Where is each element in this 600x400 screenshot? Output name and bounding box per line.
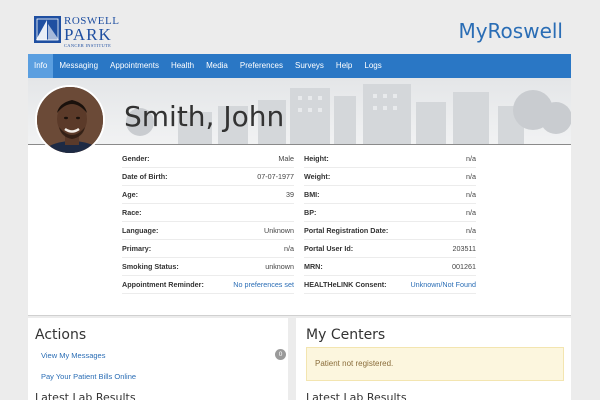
top-header: ROSWELL PARK CANCER INSTITUTE MyRoswell — [0, 0, 600, 54]
info-row-race: Race: — [122, 204, 294, 222]
info-value: n/a — [466, 190, 476, 199]
appointment-reminder-link[interactable]: No preferences set — [233, 280, 294, 289]
avatar[interactable] — [35, 85, 105, 155]
info-value: 203511 — [452, 244, 476, 253]
demographics-column: Gender: Male Date of Birth: 07-07-1977 A… — [122, 150, 294, 294]
main-nav: Info Messaging Appointments Health Media… — [28, 54, 571, 78]
info-label: BMI: — [304, 190, 320, 199]
info-value: n/a — [466, 208, 476, 217]
info-label: Appointment Reminder: — [122, 280, 204, 289]
info-row-primary: Primary: n/a — [122, 240, 294, 258]
nav-item-help[interactable]: Help — [330, 54, 358, 78]
info-row-weight: Weight: n/a — [304, 168, 476, 186]
info-value: 07-07-1977 — [257, 172, 294, 181]
info-row-mrn: MRN: 001261 — [304, 258, 476, 276]
logo-mark-icon — [34, 16, 61, 43]
info-value: n/a — [284, 244, 294, 253]
info-label: HEALTHeLINK Consent: — [304, 280, 387, 289]
logo-line-2: PARK — [64, 25, 112, 44]
info-label: Portal User Id: — [304, 244, 354, 253]
info-value: n/a — [466, 172, 476, 181]
logo-line-3: CANCER INSTITUTE — [64, 43, 112, 48]
nav-item-logs[interactable]: Logs — [358, 54, 387, 78]
profile-banner — [28, 78, 571, 145]
info-row-appointment-reminder: Appointment Reminder: No preferences set — [122, 276, 294, 294]
app-title: MyRoswell — [458, 19, 563, 43]
info-row-gender: Gender: Male — [122, 150, 294, 168]
info-label: Language: — [122, 226, 159, 235]
nav-item-appointments[interactable]: Appointments — [104, 54, 165, 78]
nav-item-info[interactable]: Info — [28, 54, 54, 78]
centers-panel: My Centers Patient not registered. Lates… — [296, 318, 571, 400]
pay-bills-link[interactable]: Pay Your Patient Bills Online — [41, 372, 136, 381]
vitals-column: Height: n/a Weight: n/a BMI: n/a BP: n/a… — [304, 150, 476, 294]
healthelink-consent-link[interactable]: Unknown/Not Found — [410, 280, 476, 289]
info-label: Portal Registration Date: — [304, 226, 389, 235]
not-registered-alert: Patient not registered. — [306, 347, 564, 381]
info-label: Weight: — [304, 172, 331, 181]
info-value: unknown — [265, 262, 294, 271]
info-label: MRN: — [304, 262, 323, 271]
info-row-healthelink-consent: HEALTHeLINK Consent: Unknown/Not Found — [304, 276, 476, 294]
info-value: n/a — [466, 154, 476, 163]
nav-item-surveys[interactable]: Surveys — [289, 54, 330, 78]
patient-profile-card: Smith, John Gender: Male Date of Birth: … — [28, 78, 571, 316]
latest-lab-results-title: Latest Lab Results — [306, 391, 407, 400]
info-row-bmi: BMI: n/a — [304, 186, 476, 204]
info-label: Height: — [304, 154, 329, 163]
view-messages-link[interactable]: View My Messages — [41, 351, 105, 360]
centers-title: My Centers — [306, 327, 386, 343]
info-label: Smoking Status: — [122, 262, 179, 271]
actions-panel: Actions View My Messages 0 Pay Your Pati… — [28, 318, 288, 400]
actions-cut-title: Latest Lab Results — [35, 391, 136, 400]
info-row-smoking: Smoking Status: unknown — [122, 258, 294, 276]
info-row-portal-registration: Portal Registration Date: n/a — [304, 222, 476, 240]
info-value: Male — [278, 154, 294, 163]
patient-name: Smith, John — [124, 100, 285, 133]
logo-wordmark: ROSWELL PARK CANCER INSTITUTE — [64, 16, 119, 49]
info-row-dob: Date of Birth: 07-07-1977 — [122, 168, 294, 186]
info-label: Age: — [122, 190, 138, 199]
nav-item-health[interactable]: Health — [165, 54, 200, 78]
info-label: Race: — [122, 208, 142, 217]
info-row-bp: BP: n/a — [304, 204, 476, 222]
info-row-portal-user-id: Portal User Id: 203511 — [304, 240, 476, 258]
info-label: Gender: — [122, 154, 150, 163]
info-label: BP: — [304, 208, 317, 217]
info-label: Date of Birth: — [122, 172, 168, 181]
info-value: 001261 — [452, 262, 476, 271]
nav-item-messaging[interactable]: Messaging — [53, 54, 104, 78]
nav-item-media[interactable]: Media — [200, 54, 234, 78]
info-row-age: Age: 39 — [122, 186, 294, 204]
actions-title: Actions — [35, 327, 87, 343]
info-row-language: Language: Unknown — [122, 222, 294, 240]
info-value: 39 — [286, 190, 294, 199]
info-row-height: Height: n/a — [304, 150, 476, 168]
info-label: Primary: — [122, 244, 152, 253]
message-count-badge: 0 — [275, 349, 286, 360]
roswell-park-logo[interactable]: ROSWELL PARK CANCER INSTITUTE — [34, 16, 119, 49]
info-value: Unknown — [264, 226, 294, 235]
nav-item-preferences[interactable]: Preferences — [234, 54, 289, 78]
info-value: n/a — [466, 226, 476, 235]
